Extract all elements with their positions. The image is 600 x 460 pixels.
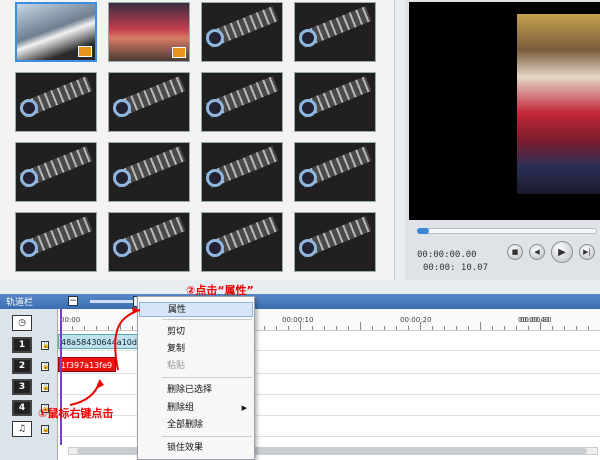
annotation-arrows bbox=[69, 307, 141, 406]
